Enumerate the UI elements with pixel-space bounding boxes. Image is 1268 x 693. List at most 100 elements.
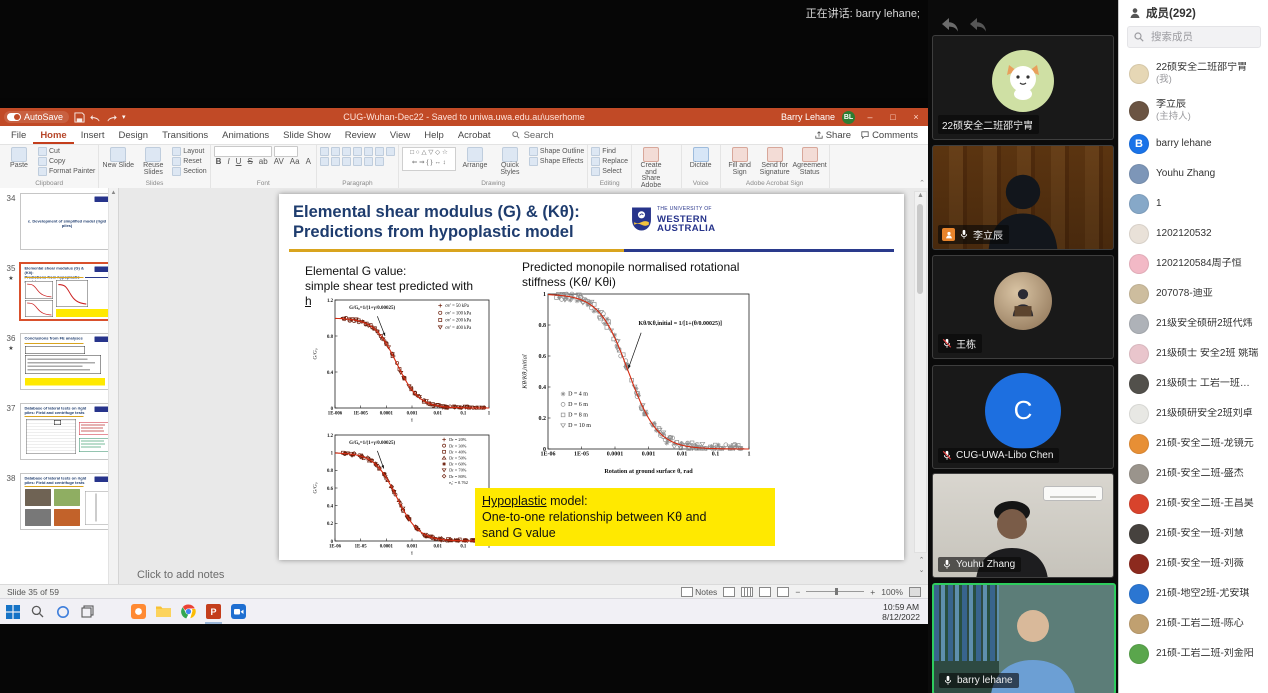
member-row-11[interactable]: 21级硕士 工岩一班张依杰: [1119, 369, 1268, 399]
slide-thumbnail-34[interactable]: 34c. Development of simplified model (ri…: [2, 193, 118, 250]
ribbon-button-format-painter[interactable]: Format Painter: [38, 167, 95, 176]
align-text-icon[interactable]: [364, 157, 373, 166]
member-row-20[interactable]: 21硕-工岩二班-刘金阳: [1119, 639, 1268, 669]
video-tile-1[interactable]: 22硕安全二班邵宁胄: [932, 35, 1114, 140]
ribbon-button-create-and-share-adobe-pdf[interactable]: Create and Share Adobe PDF: [635, 147, 667, 190]
numbering-icon[interactable]: [331, 147, 340, 156]
ribbon-button-layout[interactable]: Layout: [172, 147, 206, 156]
zoom-out-button[interactable]: −: [795, 587, 800, 597]
share-control-arrows[interactable]: [940, 16, 988, 34]
slide-nav-buttons[interactable]: ⌃⌄: [916, 556, 927, 576]
shape-gallery[interactable]: □ ○ △ ▽ ◇ ☆⇐ ⇒ { } ↔ ↕: [402, 147, 456, 171]
start-taskbar-button[interactable]: [0, 599, 25, 624]
notes-placeholder[interactable]: Click to add notes: [137, 569, 224, 581]
member-row-15[interactable]: 21硕-安全二班-王昌昊: [1119, 489, 1268, 519]
share-button[interactable]: Share: [815, 130, 851, 141]
ribbon-button-shape-effects[interactable]: Shape Effects: [529, 157, 584, 166]
close-button[interactable]: ×: [908, 112, 924, 122]
reading-view-icon[interactable]: [759, 587, 771, 597]
line-spacing-icon[interactable]: [364, 147, 373, 156]
minimize-button[interactable]: –: [862, 112, 878, 122]
ribbon-button-arrange[interactable]: Arrange: [459, 147, 491, 170]
user-avatar[interactable]: BL: [842, 111, 855, 124]
redo-icon[interactable]: [106, 112, 117, 123]
member-row-1[interactable]: 22硕安全二班邵宁胄(我): [1119, 55, 1268, 92]
align-right-icon[interactable]: [320, 157, 329, 166]
fit-to-window-icon[interactable]: [909, 587, 921, 597]
text-direction-icon[interactable]: [353, 157, 362, 166]
member-row-12[interactable]: 21级硕研安全2班刘卓: [1119, 399, 1268, 429]
file-explorer-taskbar-button[interactable]: [151, 599, 176, 624]
save-icon[interactable]: [74, 112, 85, 123]
powerpoint-taskbar-button[interactable]: P: [201, 599, 226, 624]
member-row-18[interactable]: 21硕-地空2班-尤安琪: [1119, 579, 1268, 609]
slide-thumbnail-36[interactable]: 36★Conclusions from FE analyses: [2, 333, 118, 390]
align-left-icon[interactable]: [375, 147, 384, 156]
comments-button[interactable]: Comments: [861, 130, 918, 141]
ribbon-button-reuse-slides[interactable]: Reuse Slides: [137, 147, 169, 176]
menu-tab-slide-show[interactable]: Slide Show: [276, 126, 338, 144]
slide-thumbnail-37[interactable]: 37Database of lateral tests on rigid pil…: [2, 403, 118, 460]
member-row-13[interactable]: 21硕-安全二班-龙镜元: [1119, 429, 1268, 459]
ribbon-button-reset[interactable]: Reset: [172, 157, 206, 166]
video-tile-4[interactable]: CCUG-UWA-Libo Chen: [932, 365, 1114, 469]
slideshow-icon[interactable]: [777, 587, 789, 597]
ribbon-button-quick-styles[interactable]: Quick Styles: [494, 147, 526, 176]
member-search-box[interactable]: [1127, 26, 1261, 48]
ribbon-button-find[interactable]: Find: [591, 147, 628, 156]
menu-tab-home[interactable]: Home: [33, 126, 73, 144]
convert-smartart-icon[interactable]: [375, 157, 384, 166]
thumbnail-preview[interactable]: Conclusions from FE analyses: [20, 333, 114, 390]
zoom-in-button[interactable]: +: [870, 587, 875, 597]
member-row-4[interactable]: Youhu Zhang: [1119, 159, 1268, 189]
ribbon-button-cut[interactable]: Cut: [38, 147, 95, 156]
menu-tab-transitions[interactable]: Transitions: [155, 126, 215, 144]
video-tile-3[interactable]: 王栋: [932, 255, 1114, 359]
menu-tab-insert[interactable]: Insert: [74, 126, 112, 144]
menu-tab-animations[interactable]: Animations: [215, 126, 276, 144]
indent-increase-icon[interactable]: [353, 147, 362, 156]
menu-tab-view[interactable]: View: [383, 126, 417, 144]
editor-scrollbar[interactable]: ▲: [914, 191, 927, 553]
taskbar-clock[interactable]: 10:59 AM 8/12/2022: [882, 602, 928, 622]
meeting-app-taskbar-button[interactable]: [126, 599, 151, 624]
menu-tab-help[interactable]: Help: [417, 126, 451, 144]
member-row-14[interactable]: 21硕-安全二班-盛杰: [1119, 459, 1268, 489]
slide-thumbnail-38[interactable]: 38Database of lateral tests on rigid pil…: [2, 473, 118, 530]
zoom-slider[interactable]: [806, 591, 864, 592]
member-row-16[interactable]: 21硕-安全一班-刘慧: [1119, 519, 1268, 549]
indent-decrease-icon[interactable]: [342, 147, 351, 156]
member-row-3[interactable]: Bbarry lehane: [1119, 129, 1268, 159]
menu-tab-design[interactable]: Design: [111, 126, 155, 144]
menu-tab-file[interactable]: File: [4, 126, 33, 144]
ribbon-button-select[interactable]: Select: [591, 167, 628, 176]
thumbnail-preview[interactable]: c. Development of simplified model (rigi…: [20, 193, 114, 250]
video-tile-2[interactable]: 李立辰: [932, 145, 1114, 250]
align-center-icon[interactable]: [386, 147, 395, 156]
ribbon-button-dictate[interactable]: Dictate: [685, 147, 717, 170]
member-search-input[interactable]: [1149, 30, 1253, 44]
thumbnail-preview[interactable]: Elemental shear modulus (G) & (Kθ):Predi…: [20, 263, 114, 320]
member-row-9[interactable]: 21级安全硕研2班代炜: [1119, 309, 1268, 339]
normal-view-icon[interactable]: [723, 587, 735, 597]
ribbon-button-replace[interactable]: Replace: [591, 157, 628, 166]
ribbon-button-send-for-signature[interactable]: Send for Signature: [759, 147, 791, 176]
ribbon-button-shape-outline[interactable]: Shape Outline: [529, 147, 584, 156]
ribbon-button-section[interactable]: Section: [172, 167, 206, 176]
member-row-5[interactable]: 1: [1119, 189, 1268, 219]
video-app-taskbar-button[interactable]: [226, 599, 251, 624]
member-row-2[interactable]: 李立辰(主持人): [1119, 92, 1268, 129]
restore-button[interactable]: □: [885, 112, 901, 122]
ribbon-button-paste[interactable]: Paste: [3, 147, 35, 170]
member-row-10[interactable]: 21级硕士 安全2班 姚瑞: [1119, 339, 1268, 369]
autosave-toggle[interactable]: AutoSave: [4, 111, 69, 123]
task-view-taskbar-button[interactable]: [75, 599, 100, 624]
ribbon-button-agreement-status[interactable]: Agreement Status: [794, 147, 826, 176]
member-row-17[interactable]: 21硕-安全一班-刘薇: [1119, 549, 1268, 579]
thumbnail-preview[interactable]: Database of lateral tests on rigid piles…: [20, 403, 114, 460]
slide-thumbnail-35[interactable]: 35★Elemental shear modulus (G) & (Kθ):Pr…: [2, 263, 118, 320]
member-row-7[interactable]: 1202120584周子恒: [1119, 249, 1268, 279]
justify-icon[interactable]: [331, 157, 340, 166]
member-row-6[interactable]: 1202120532: [1119, 219, 1268, 249]
columns-icon[interactable]: [342, 157, 351, 166]
